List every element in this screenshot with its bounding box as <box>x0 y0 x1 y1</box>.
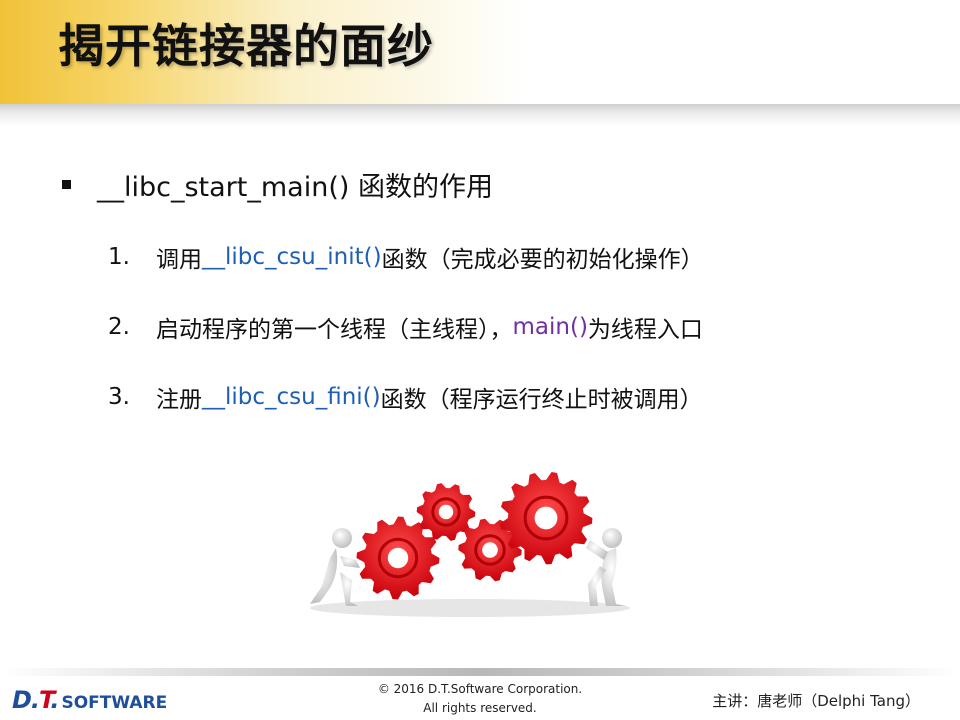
presenter-credit: 主讲：唐老师（Delphi Tang） <box>712 692 920 710</box>
list-item-number: 2. <box>108 314 130 340</box>
list-item-text-pre: 注册 <box>156 387 202 413</box>
function-name: __libc_csu_init() <box>202 244 382 270</box>
logo-software: SOFTWARE <box>61 693 168 713</box>
left-figure <box>310 528 360 606</box>
list-item-text-post: 为线程入口 <box>587 317 703 343</box>
list-item-2: 2. 启动程序的第一个线程（主线程）， main() 为线程入口 <box>108 310 703 344</box>
function-name: __libc_csu_fini() <box>202 384 381 410</box>
list-item-text-pre: 调用 <box>156 247 202 273</box>
list-item-text-pre: 启动程序的第一个线程（主线程）， <box>156 317 513 343</box>
list-item-text-post: 函数（完成必要的初始化操作） <box>381 247 704 273</box>
logo-dt: D.T. <box>12 686 59 714</box>
list-item-number: 1. <box>108 244 130 270</box>
list-item-number: 3. <box>108 384 130 410</box>
right-figure <box>586 528 626 606</box>
title-banner-shadow <box>0 104 960 126</box>
gears-with-figures-icon <box>310 472 630 617</box>
copyright: © 2016 D.T.Software Corporation. All rig… <box>330 680 630 718</box>
list-item-1: 1. 调用 __libc_csu_init() 函数（完成必要的初始化操作） <box>108 240 704 274</box>
copyright-line-1: © 2016 D.T.Software Corporation. <box>377 682 583 696</box>
list-item-3: 3. 注册 __libc_csu_fini() 函数（程序运行终止时被调用） <box>108 380 703 414</box>
square-bullet-icon <box>62 179 71 189</box>
footer-divider <box>0 668 960 676</box>
list-item-text-post: 函数（程序运行终止时被调用） <box>380 387 703 413</box>
copyright-line-2: All rights reserved. <box>423 701 537 715</box>
company-logo: D.T. SOFTWARE <box>12 686 167 714</box>
slide-title: 揭开链接器的面纱 <box>58 19 434 73</box>
function-name: main() <box>512 314 588 340</box>
bullet-heading-text: __libc_start_main() 函数的作用 <box>97 171 493 203</box>
bullet-heading: __libc_start_main() 函数的作用 <box>62 164 493 204</box>
